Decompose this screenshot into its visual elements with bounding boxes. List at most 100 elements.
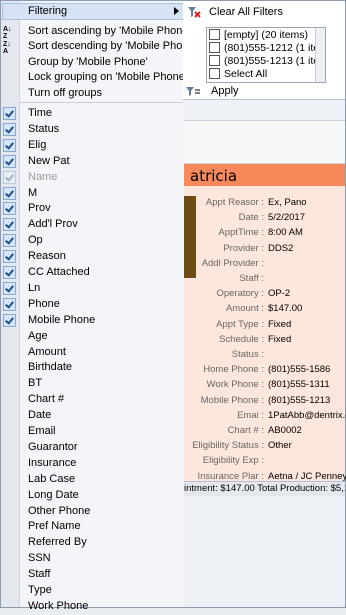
checkmark-icon	[3, 297, 16, 311]
context-menu-window: Filtering Sort ascending by 'Mobile Phon…	[0, 0, 346, 612]
column-toggle-age[interactable]: Age	[1, 329, 183, 345]
detail-value: Fixed	[268, 333, 292, 345]
column-toggle-ln[interactable]: Ln	[1, 281, 183, 297]
checkbox[interactable]	[209, 42, 220, 53]
appointment-card[interactable]: atricia Appt Reasor : Ex, Pano Date : 5/2/2…	[184, 164, 346, 482]
checkmark-icon	[3, 154, 16, 168]
detail-value: Aetna / JC Penney	[268, 470, 346, 482]
menu-action-3[interactable]: Lock grouping on 'Mobile Phone'	[20, 70, 187, 85]
menu-action-2[interactable]: Group by 'Mobile Phone'	[20, 55, 148, 70]
detail-key: Schedule :	[219, 333, 264, 345]
column-toggle-label: Phone	[28, 297, 60, 310]
filter-value-item[interactable]: Select All	[207, 67, 325, 80]
column-toggle-m[interactable]: M	[1, 186, 183, 202]
detail-value: AB0002	[268, 425, 302, 436]
column-toggle-label: Status	[28, 122, 60, 135]
column-toggle-label: Type	[28, 584, 52, 596]
column-toggle-new-pat[interactable]: New Pat	[1, 154, 183, 170]
filter-values-list[interactable]: [empty] (20 items) (801)555-1212 (1 item)…	[206, 27, 326, 83]
column-toggle-amount[interactable]: Amount	[1, 345, 183, 361]
appointment-detail-row: Eligibility Exp :	[184, 454, 345, 469]
column-toggle-staff[interactable]: Staff	[1, 567, 183, 583]
column-toggle-label: Op	[28, 234, 43, 247]
checkmark-icon	[3, 107, 16, 120]
column-toggle-long-date[interactable]: Long Date	[1, 488, 183, 504]
column-toggle-op[interactable]: Op	[1, 233, 183, 249]
apply-label: Apply	[211, 85, 239, 97]
detail-value: $147.00	[268, 303, 303, 315]
menu-action-1[interactable]: Sort descending by 'Mobile Phone'	[20, 39, 197, 54]
patient-name: atricia	[190, 167, 238, 185]
column-toggle-work-phone[interactable]: Work Phone	[1, 599, 183, 615]
column-toggle-cc-attached[interactable]: CC Attached	[1, 265, 183, 281]
detail-value: (801)555-1213	[268, 394, 331, 406]
column-toggle-other-phone[interactable]: Other Phone	[1, 504, 183, 520]
filtering-menu-item[interactable]: Filtering	[2, 3, 185, 20]
column-toggle-reason[interactable]: Reason	[1, 249, 183, 265]
column-toggle-referred-by[interactable]: Referred By	[1, 535, 183, 551]
column-toggle-label: Lab Case	[28, 472, 76, 485]
column-toggle-insurance[interactable]: Insurance	[1, 456, 183, 472]
filter-list-scrollbar[interactable]	[315, 28, 325, 82]
detail-key: Insurance Plar :	[197, 470, 264, 482]
column-toggle-type[interactable]: Type	[1, 583, 183, 599]
column-toggle-label: CC Attached	[28, 266, 90, 278]
column-toggle-mobile-phone[interactable]: Mobile Phone	[1, 313, 183, 329]
apply-filter-button[interactable]: Apply	[183, 83, 345, 99]
column-toggle-label: Email	[28, 425, 56, 437]
column-toggle-label: Referred By	[28, 536, 87, 549]
filter-panel: Clear All Filters [empty] (20 items) (801…	[183, 1, 345, 100]
clear-filter-icon	[187, 5, 201, 19]
column-toggle-label: BT	[28, 377, 43, 390]
sort-ascending-icon: A↓ Z	[3, 26, 12, 40]
detail-key: Staff :	[239, 273, 264, 284]
menu-action-label: Sort ascending by 'Mobile Phone'	[28, 25, 191, 37]
status-bar: intment: $147.00 Total Production: $5,18…	[184, 481, 345, 496]
checkbox[interactable]	[209, 29, 220, 40]
appointment-detail-row: Home Phone : (801)555-1586	[184, 363, 345, 378]
column-toggle-label: Work Phone	[28, 599, 89, 612]
filter-value-item[interactable]: (801)555-1213 (1 item)	[207, 54, 325, 67]
column-toggle-phone[interactable]: Phone	[1, 297, 183, 313]
column-toggle-label: Elig	[28, 138, 47, 151]
appointment-detail-row: Chart # : AB0002	[184, 424, 345, 439]
column-toggle-add-l-prov[interactable]: Add'l Prov	[1, 217, 183, 233]
detail-key: Addl Provider :	[201, 257, 264, 269]
menu-action-0[interactable]: Sort ascending by 'Mobile Phone'	[20, 24, 191, 39]
column-toggle-guarantor[interactable]: Guarantor	[1, 440, 183, 456]
checkbox[interactable]	[209, 55, 220, 66]
column-toggle-pref-name[interactable]: Pref Name	[1, 519, 183, 535]
column-toggle-ssn[interactable]: SSN	[1, 551, 183, 567]
column-toggle-elig[interactable]: Elig	[1, 138, 183, 154]
menu-action-label: Lock grouping on 'Mobile Phone'	[28, 71, 187, 83]
menu-action-label: Turn off groups	[28, 87, 102, 99]
detail-key: Home Phone :	[203, 364, 264, 376]
column-toggle-time[interactable]: Time	[1, 106, 183, 122]
appointment-detail-row: Operatory : OP-2	[184, 287, 345, 302]
column-toggle-label: Pref Name	[28, 520, 81, 533]
appointment-detail-row: Schedule : Fixed	[184, 333, 345, 348]
detail-key: Mobile Phone :	[200, 394, 264, 406]
column-toggle-birthdate[interactable]: Birthdate	[1, 360, 183, 376]
checkmark-icon	[3, 313, 16, 327]
detail-key: Operatory :	[216, 288, 264, 300]
appointment-detail-row: Emai : 1PatAbb@dentrix.cor	[184, 409, 346, 424]
clear-all-filters-label: Clear All Filters	[209, 6, 283, 18]
column-toggle-bt[interactable]: BT	[1, 376, 183, 392]
filter-value-item[interactable]: [empty] (20 items)	[207, 28, 325, 41]
filter-value-item[interactable]: (801)555-1212 (1 item)	[207, 41, 325, 54]
column-toggle-chart-[interactable]: Chart #	[1, 392, 183, 408]
detail-key: Eligibility Exp :	[202, 455, 264, 467]
clear-all-filters-button[interactable]: Clear All Filters	[187, 4, 283, 20]
detail-value: DDS2	[268, 242, 294, 254]
menu-action-4[interactable]: Turn off groups	[20, 86, 102, 101]
column-toggle-email[interactable]: Email	[1, 424, 183, 440]
column-toggle-date[interactable]: Date	[1, 408, 183, 424]
sort-descending-icon: Z↓ A	[3, 41, 11, 55]
column-toggle-status[interactable]: Status	[1, 122, 183, 138]
checkbox[interactable]	[209, 68, 220, 79]
appointment-detail-row: Addl Provider :	[184, 257, 345, 272]
column-toggle-prov[interactable]: Prov	[1, 201, 183, 217]
column-toggle-lab-case[interactable]: Lab Case	[1, 472, 183, 488]
filtering-label: Filtering	[28, 5, 68, 17]
